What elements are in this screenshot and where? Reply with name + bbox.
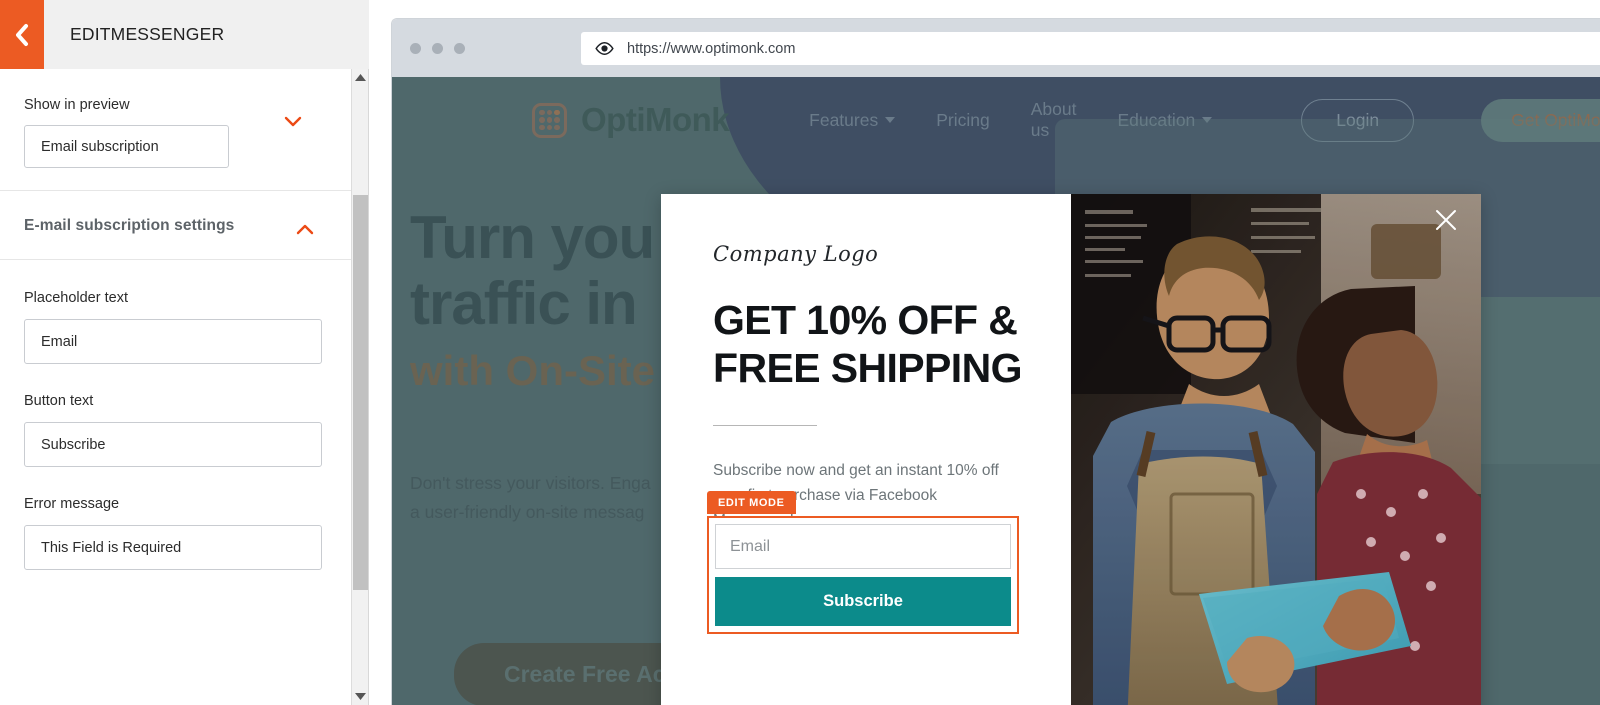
popup-content: Company Logo GET 10% OFF & FREE SHIPPING… xyxy=(661,194,1071,705)
hero-paragraph: Don't stress your visitors. Enga a user-… xyxy=(410,469,651,527)
chevron-down-icon[interactable] xyxy=(284,116,302,127)
button-text-label: Button text xyxy=(24,393,94,409)
hero-paragraph-line-1: Don't stress your visitors. Enga xyxy=(410,473,651,493)
editor-body: Show in preview Email subscription E-mai… xyxy=(0,69,352,705)
window-close-dot xyxy=(410,42,421,54)
show-in-preview-value: Email subscription xyxy=(41,138,159,155)
edit-mode-outline[interactable]: Email Subscribe xyxy=(707,516,1019,634)
error-message-value: This Field is Required xyxy=(41,539,182,556)
hero-paragraph-line-2: a user-friendly on-site messag xyxy=(410,501,645,522)
popup-modal: Company Logo GET 10% OFF & FREE SHIPPING… xyxy=(661,194,1481,705)
popup-image xyxy=(1071,194,1481,705)
back-button[interactable] xyxy=(0,0,44,69)
two-baristas-with-tablet-photo xyxy=(1071,194,1481,705)
hero-heading: Turn you traffic in xyxy=(410,204,655,337)
app-root: EDITMESSENGER Show in preview Email subs… xyxy=(0,0,1600,705)
nav-label-features: Features xyxy=(809,109,879,130)
popup-headline-line-1: GET 10% OFF & xyxy=(713,297,1018,343)
nav-item-features[interactable]: Features xyxy=(809,109,896,131)
optimonk-grid-logo-icon xyxy=(532,102,567,138)
email-subscription-settings-title: E-mail subscription settings xyxy=(24,217,235,234)
popup-headline: GET 10% OFF & FREE SHIPPING xyxy=(713,296,1031,393)
settings-fields: Placeholder text Email Button text Subsc… xyxy=(0,260,352,570)
nav-item-pricing[interactable]: Pricing xyxy=(936,110,990,131)
address-bar-url: https://www.optimonk.com xyxy=(627,40,796,57)
button-text-group: Button text Subscribe xyxy=(24,393,328,467)
scroll-up-arrow-icon[interactable] xyxy=(352,69,369,86)
editor-header: EDITMESSENGER xyxy=(0,0,369,69)
show-in-preview-label: Show in preview xyxy=(24,97,130,113)
browser-preview: https://www.optimonk.com OptiMonk Featur… xyxy=(391,18,1600,705)
error-message-group: Error message This Field is Required xyxy=(24,496,328,570)
email-subscription-settings-header[interactable]: E-mail subscription settings xyxy=(0,191,352,260)
email-input-placeholder: Email xyxy=(730,537,771,555)
popup-headline-line-2: FREE SHIPPING xyxy=(713,345,1022,392)
error-message-label: Error message xyxy=(24,496,120,512)
page-title: EDITMESSENGER xyxy=(70,24,225,44)
hero-heading-line-2: traffic in xyxy=(410,270,638,337)
placeholder-text-input[interactable]: Email xyxy=(24,319,322,364)
popup-divider xyxy=(713,424,817,426)
window-maximize-dot xyxy=(454,42,465,54)
address-bar[interactable]: https://www.optimonk.com xyxy=(581,32,1600,65)
chevron-left-icon xyxy=(16,23,28,46)
website-page: OptiMonk Features Pricing About us Educa… xyxy=(392,77,1600,705)
button-text-input[interactable]: Subscribe xyxy=(24,422,322,467)
hero-subheading: with On-Site xyxy=(410,347,655,394)
editor-scrollbar-thumb[interactable] xyxy=(353,195,368,590)
subscribe-button[interactable]: Subscribe xyxy=(715,577,1011,626)
chevron-down-icon xyxy=(885,117,896,123)
browser-toolbar: https://www.optimonk.com xyxy=(392,19,1600,77)
popup-logo: Company Logo xyxy=(713,242,879,266)
email-input[interactable]: Email xyxy=(715,524,1011,569)
window-minimize-dot xyxy=(432,42,443,54)
chevron-up-icon[interactable] xyxy=(296,224,314,235)
editor-panel: EDITMESSENGER Show in preview Email subs… xyxy=(0,0,369,705)
edit-mode-badge: EDIT MODE xyxy=(707,491,796,514)
placeholder-text-label: Placeholder text xyxy=(24,290,128,306)
hero-heading-line-1: Turn you xyxy=(410,204,655,271)
button-text-value: Subscribe xyxy=(41,436,106,453)
placeholder-text-value: Email xyxy=(41,333,78,350)
show-in-preview-select[interactable]: Email subscription xyxy=(24,125,229,168)
editor-scrollbar[interactable] xyxy=(351,69,368,705)
popup-form-edit-wrapper: EDIT MODE Email Subscribe xyxy=(707,491,1019,634)
scroll-down-arrow-icon[interactable] xyxy=(352,688,369,705)
placeholder-text-group: Placeholder text Email xyxy=(24,290,328,364)
window-traffic-lights xyxy=(410,42,465,54)
close-x-icon[interactable] xyxy=(1433,207,1459,233)
eye-icon xyxy=(595,42,614,55)
nav-label-pricing: Pricing xyxy=(936,109,990,130)
site-brand[interactable]: OptiMonk xyxy=(532,101,730,139)
error-message-input[interactable]: This Field is Required xyxy=(24,525,322,570)
site-brand-text: OptiMonk xyxy=(581,101,730,138)
show-in-preview-section: Show in preview Email subscription xyxy=(0,69,352,191)
